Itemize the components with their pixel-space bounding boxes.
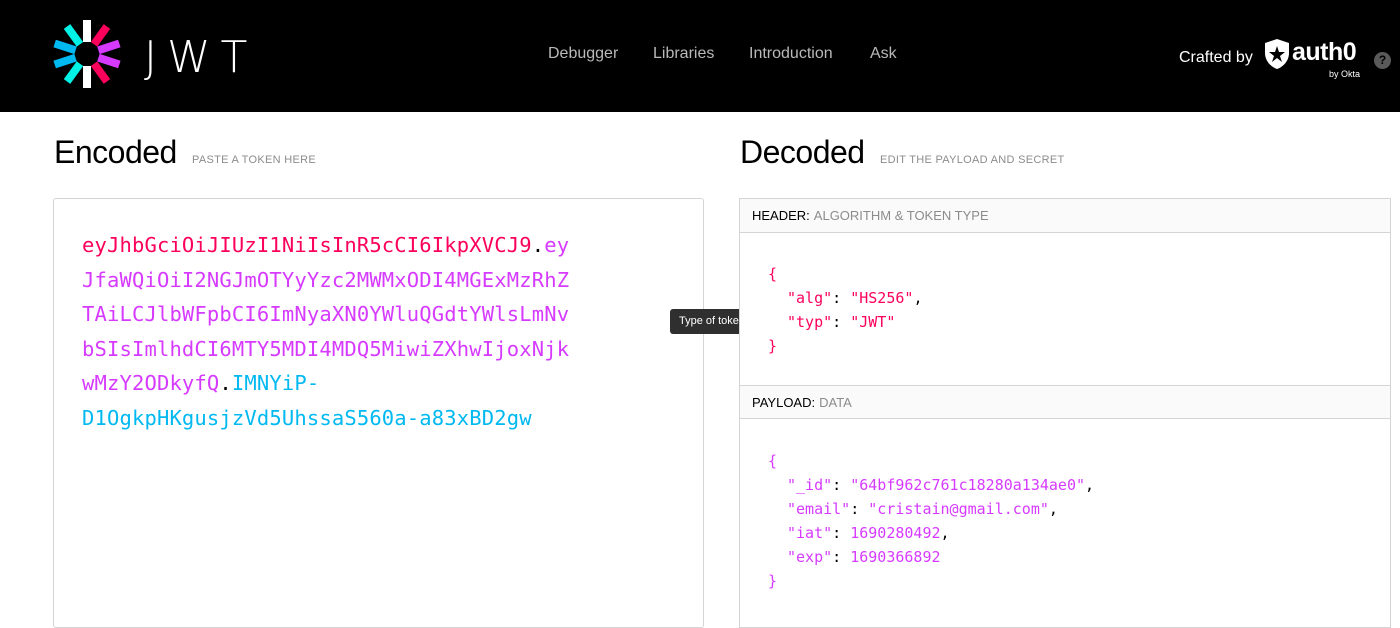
json-colon: :: [832, 289, 851, 307]
json-key: "iat": [787, 524, 833, 542]
token-segment-purple: bSIsImlhdCI6MTY5MDI4MDQ5MiwiZXhwIjoxNjk: [82, 336, 570, 361]
json-entry: "typ": "JWT": [787, 310, 895, 334]
json-value: 1690366892: [850, 548, 941, 566]
json-comma: ,: [940, 524, 950, 542]
token-segment-purple: JfaWQiOiI2NGJmOTYyYzc2MWMxODI4MGExMzRhZ: [82, 267, 570, 292]
json-key: "_id": [787, 476, 833, 494]
json-colon: :: [832, 313, 851, 331]
nav-link-debugger[interactable]: Debugger: [548, 44, 618, 64]
token-segment-dot: .: [531, 233, 545, 257]
header-label: HEADER:: [752, 208, 810, 223]
payload-label: PAYLOAD:: [752, 395, 816, 410]
json-key: "email": [787, 500, 851, 518]
token-segment-purple: TAiLCJlbWFpbCI6ImNyaXN0YWluQGdtYWlsLmNv: [82, 302, 570, 326]
token-segment-purple: ey: [544, 233, 570, 257]
json-entry: "iat": 1690280492,: [787, 521, 950, 545]
encoded-title: Encoded: [54, 134, 177, 170]
json-entry: "_id": "64bf962c761c18280a134ae0",: [787, 473, 1094, 497]
token-line: D1OgkpHKgusjzVd5UhssaS560a-a83xBD2gw: [82, 401, 532, 435]
json-key: "exp": [787, 548, 833, 566]
json-entry: "email": "cristain@gmail.com",: [787, 497, 1058, 521]
decoded-subtitle: EDIT THE PAYLOAD AND SECRET: [880, 154, 1065, 166]
encoded-subtitle: PASTE A TOKEN HERE: [192, 154, 316, 166]
header-description: ALGORITHM & TOKEN TYPE: [813, 208, 989, 223]
json-close-brace: }: [768, 337, 778, 355]
token-line: JfaWQiOiI2NGJmOTYyYzc2MWMxODI4MGExMzRhZ: [82, 263, 569, 297]
json-close-brace: }: [768, 572, 778, 590]
jwt-logo[interactable]: JWT: [52, 20, 268, 90]
payload-section-label: PAYLOAD: DATA: [740, 385, 1390, 419]
json-comma: ,: [1085, 476, 1095, 494]
token-segment-cyan: IMNYiP-: [231, 371, 320, 395]
json-value: "64bf962c761c18280a134ae0": [850, 476, 1086, 494]
json-comma: ,: [1048, 500, 1058, 518]
nav-link-ask[interactable]: Ask: [870, 44, 897, 64]
top-navigation-bar: JWT Debugger Libraries Introduction Ask …: [0, 0, 1400, 112]
crafted-by-label: Crafted by: [1179, 49, 1253, 66]
token-segment-cyan: D1OgkpHKgusjzVd5UhssaS560a-a83xBD2gw: [82, 405, 532, 430]
json-colon: :: [832, 476, 851, 494]
json-colon: :: [832, 524, 851, 542]
json-value: "JWT": [850, 313, 896, 331]
json-entry: "alg": "HS256",: [787, 286, 922, 310]
json-key: "typ": [787, 313, 833, 331]
nav-link-libraries[interactable]: Libraries: [653, 44, 714, 64]
header-section-label: HEADER: ALGORITHM & TOKEN TYPE: [740, 199, 1390, 233]
json-colon: :: [832, 548, 851, 566]
token-line: wMzY2ODkyfQ.IMNYiP-: [82, 366, 319, 400]
token-segment-dot: .: [219, 371, 232, 395]
json-colon: :: [850, 500, 869, 518]
auth0-wordmark[interactable]: auth0: [1292, 38, 1357, 67]
json-value: 1690280492: [850, 524, 941, 542]
json-open-brace: {: [768, 452, 778, 470]
json-comma: ,: [913, 289, 923, 307]
json-value: "HS256": [850, 289, 914, 307]
token-line: eyJhbGciOiJIUzI1NiIsInR5cCI6IkpXVCJ9.ey: [82, 228, 569, 262]
token-line: bSIsImlhdCI6MTY5MDI4MDQ5MiwiZXhwIjoxNjk: [82, 332, 569, 366]
nav-link-introduction[interactable]: Introduction: [749, 44, 833, 64]
json-key: "alg": [787, 289, 833, 307]
auth0-shield-icon[interactable]: [1262, 38, 1292, 70]
jwt-logo-wordmark: JWT: [144, 32, 258, 83]
help-icon[interactable]: ?: [1374, 52, 1391, 69]
token-segment-purple: wMzY2ODkyfQ: [82, 371, 220, 395]
decoded-title: Decoded: [740, 134, 865, 170]
token-segment-red: eyJhbGciOiJIUzI1NiIsInR5cCI6IkpXVCJ9: [82, 233, 532, 257]
payload-description: DATA: [819, 395, 852, 410]
json-open-brace: {: [768, 265, 778, 283]
json-entry: "exp": 1690366892: [787, 545, 941, 569]
json-value: "cristain@gmail.com": [868, 500, 1049, 518]
by-okta-label: by Okta: [1329, 69, 1361, 79]
token-line: TAiLCJlbWFpbCI6ImNyaXN0YWluQGdtYWlsLmNv: [82, 297, 569, 331]
